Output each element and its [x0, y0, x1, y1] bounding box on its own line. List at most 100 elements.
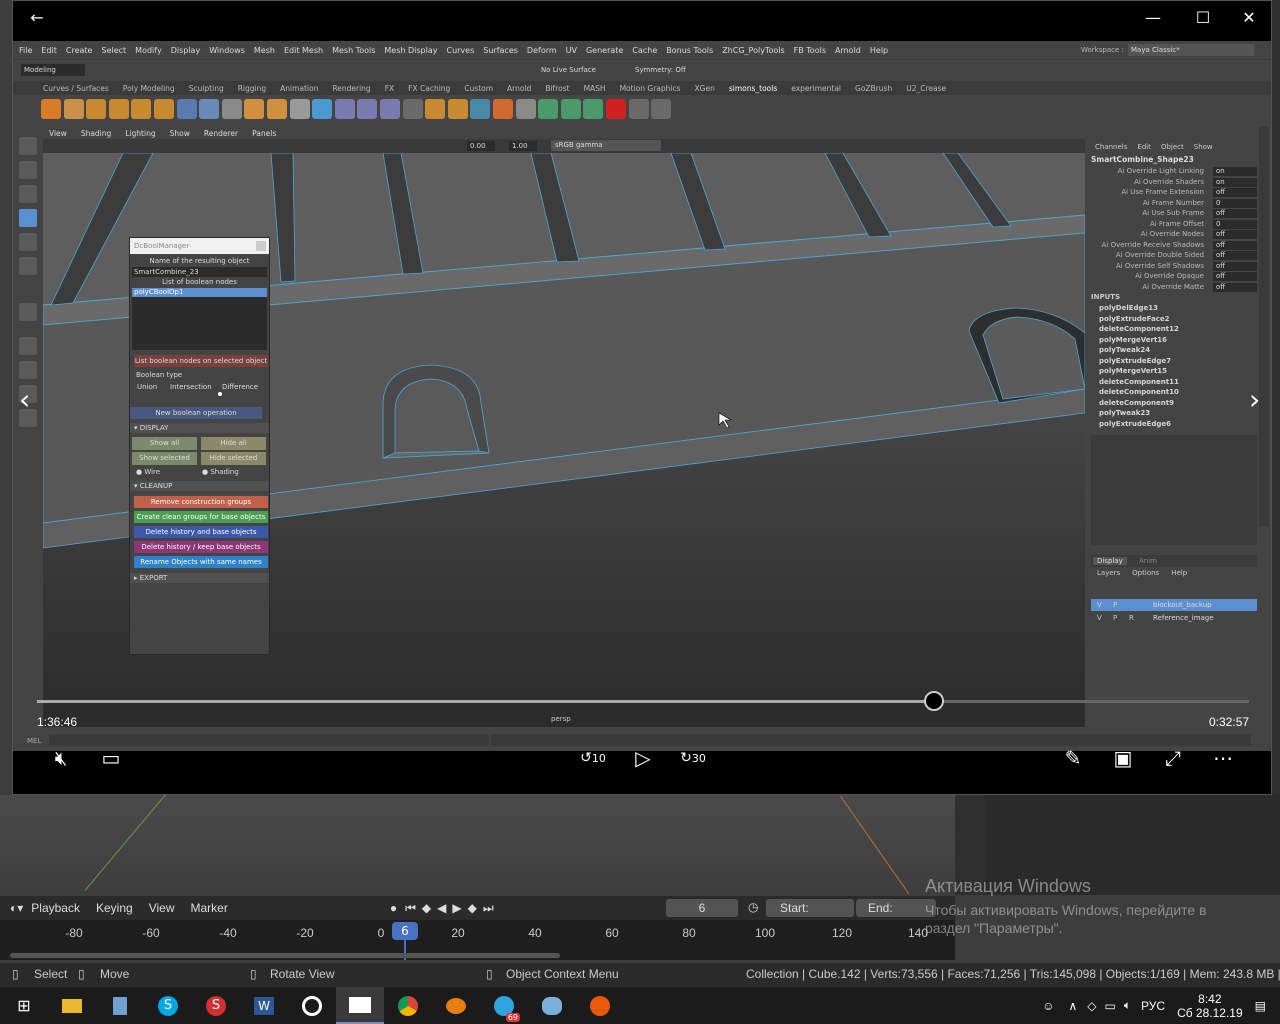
new-boolean-button[interactable]: New boolean operation	[130, 407, 262, 419]
hide-all-button[interactable]: Hide all	[201, 437, 266, 450]
app-s-icon[interactable]: S	[192, 987, 240, 1024]
shelf-tool-icon[interactable]	[131, 99, 152, 119]
keying-menu[interactable]: Keying	[96, 901, 133, 915]
shelf-tool-icon[interactable]	[41, 99, 61, 119]
layer-playback[interactable]: P	[1113, 599, 1117, 611]
attribute-row[interactable]: Ai Use Frame Extension off	[1089, 188, 1257, 198]
attribute-value[interactable]: off	[1213, 240, 1257, 250]
shelf-tool-icon[interactable]	[447, 99, 468, 119]
view-menu[interactable]: View	[149, 901, 175, 915]
input-node[interactable]: deleteComponent9	[1099, 399, 1174, 407]
shelf-tool-icon[interactable]	[515, 99, 536, 119]
clock[interactable]: 8:42 Сб 28.12.19	[1177, 992, 1243, 1020]
maya-menu-item[interactable]: Mesh Tools	[332, 46, 375, 55]
fullscreen-icon[interactable]: ⤢	[1157, 743, 1189, 773]
layer-visibility[interactable]: V	[1097, 599, 1102, 611]
start-button[interactable]: ⊞	[0, 987, 48, 1024]
attribute-row[interactable]: Ai Frame Offset 0	[1089, 219, 1257, 230]
shelf-tool-icon[interactable]	[221, 99, 242, 119]
attribute-row[interactable]: Ai Use Sub Frame off	[1089, 209, 1257, 219]
move-tool-icon[interactable]	[19, 209, 37, 227]
maya-menu-item[interactable]: Help	[870, 46, 888, 55]
viewport-menu-item[interactable]: View	[49, 129, 67, 138]
layer-menu-item[interactable]: Options	[1132, 569, 1159, 577]
shelf-tab[interactable]: Rendering	[332, 84, 370, 93]
attribute-row[interactable]: Ai Override Receive Shadows off	[1089, 240, 1257, 251]
shelf-tool-icon[interactable]	[176, 99, 197, 119]
shelf-tab[interactable]: experimental	[791, 84, 841, 93]
maya-menu-item[interactable]: Edit Mesh	[284, 46, 323, 55]
attribute-value[interactable]: off	[1213, 230, 1257, 239]
attribute-value[interactable]: off	[1213, 272, 1257, 281]
prev-key-icon[interactable]: ◆	[422, 901, 431, 915]
previous-arrow-icon[interactable]: ‹	[19, 383, 30, 416]
workspace-select[interactable]: Maya Classic*	[1128, 44, 1254, 56]
next-arrow-icon[interactable]: ›	[1249, 383, 1260, 416]
shelf-tab[interactable]: Bifrost	[545, 84, 569, 93]
symmetry-field[interactable]: Symmetry: Off	[635, 64, 705, 76]
shelf-tab[interactable]: Motion Graphics	[620, 84, 681, 93]
paint-select-icon[interactable]	[19, 185, 37, 203]
shelf-tab[interactable]: Arnold	[507, 84, 531, 93]
name-field[interactable]: SmartCombine_23	[132, 267, 267, 277]
attribute-row[interactable]: Ai Override Matte off	[1089, 282, 1257, 293]
maya-menu-item[interactable]: ZhCG_PolyTools	[722, 46, 784, 55]
record-icon[interactable]: ●	[390, 901, 397, 915]
play-reverse-icon[interactable]: ◀	[437, 901, 446, 915]
maya-menu-item[interactable]: Generate	[586, 46, 623, 55]
attribute-value[interactable]: 0	[1213, 198, 1257, 208]
maya-viewport[interactable]: DcBoolManager Name of the resulting obje…	[43, 153, 1085, 727]
shelf-tool-icon[interactable]	[108, 99, 129, 119]
editor-type-icon[interactable]: ◐▾	[10, 901, 23, 915]
display-tab[interactable]: Display	[1093, 557, 1127, 565]
input-node[interactable]: deleteComponent12	[1099, 325, 1179, 333]
layer-row[interactable]: V P R Reference_image	[1091, 612, 1257, 624]
skype-icon[interactable]: S	[144, 987, 192, 1024]
live-surface-field[interactable]: No Live Surface	[541, 64, 621, 76]
channelbox-menu-item[interactable]: Edit	[1137, 143, 1151, 151]
attribute-row[interactable]: Ai Override Opaque off	[1089, 272, 1257, 282]
input-node[interactable]: deleteComponent11	[1099, 378, 1179, 386]
network-icon[interactable]: ▭	[1104, 999, 1115, 1013]
mini-view-icon[interactable]: ▣	[1107, 743, 1139, 773]
maya-menu-item[interactable]: Curves	[446, 46, 474, 55]
maya-menu-item[interactable]: FB Tools	[794, 46, 826, 55]
blender-3d-viewport[interactable]	[0, 790, 955, 895]
input-node[interactable]: polyMergeVert15	[1099, 367, 1167, 375]
cleanup-button[interactable]: Rename Objects with same names	[134, 556, 268, 568]
shelf-tool-icon[interactable]	[289, 99, 310, 119]
attribute-value[interactable]: on	[1213, 177, 1257, 187]
exposure-field[interactable]: 0.00	[467, 141, 495, 151]
maya-menu-item[interactable]: Windows	[209, 46, 245, 55]
subtitles-icon[interactable]: ▭	[95, 743, 127, 773]
input-node[interactable]: polyExtrudeEdge7	[1099, 357, 1171, 365]
tray-chevron-icon[interactable]: ∧	[1068, 999, 1077, 1013]
shelf-tool-icon[interactable]	[583, 99, 604, 119]
maya-menu-item[interactable]: Mesh Display	[384, 46, 437, 55]
attribute-row[interactable]: Ai Frame Number 0	[1089, 198, 1257, 209]
maya-menu-item[interactable]: Modify	[135, 46, 162, 55]
shelf-tab[interactable]: MASH	[584, 84, 606, 93]
lasso-tool-icon[interactable]	[19, 161, 37, 179]
layer-reference[interactable]: R	[1129, 612, 1134, 624]
rotate-tool-icon[interactable]	[19, 233, 37, 251]
minimize-button[interactable]: —	[1133, 7, 1173, 29]
channelbox-menu-item[interactable]: Show	[1194, 143, 1213, 151]
seek-bar[interactable]	[37, 700, 1249, 703]
close-button[interactable]: ✕	[1229, 7, 1269, 29]
shelf-tool-icon[interactable]	[470, 99, 491, 119]
more-options-icon[interactable]: ⋯	[1207, 743, 1239, 773]
wire-option[interactable]: ● Wire	[136, 468, 160, 476]
cleanup-button[interactable]: Create clean groups for base objects	[134, 511, 268, 523]
file-explorer-icon[interactable]	[48, 987, 96, 1024]
current-frame-field[interactable]: 6	[666, 899, 738, 917]
shelf-tool-icon[interactable]	[357, 99, 378, 119]
list-item[interactable]: polyCBoolOp1	[132, 288, 267, 297]
next-key-icon[interactable]: ◆	[468, 901, 477, 915]
shelf-tool-icon[interactable]	[560, 99, 581, 119]
intersection-option[interactable]: Intersection	[170, 383, 212, 391]
shelf-tab[interactable]: Sculpting	[189, 84, 224, 93]
calculator-icon[interactable]	[96, 987, 144, 1024]
union-option[interactable]: Union	[137, 383, 157, 391]
shelf-tool-icon[interactable]	[312, 99, 333, 119]
